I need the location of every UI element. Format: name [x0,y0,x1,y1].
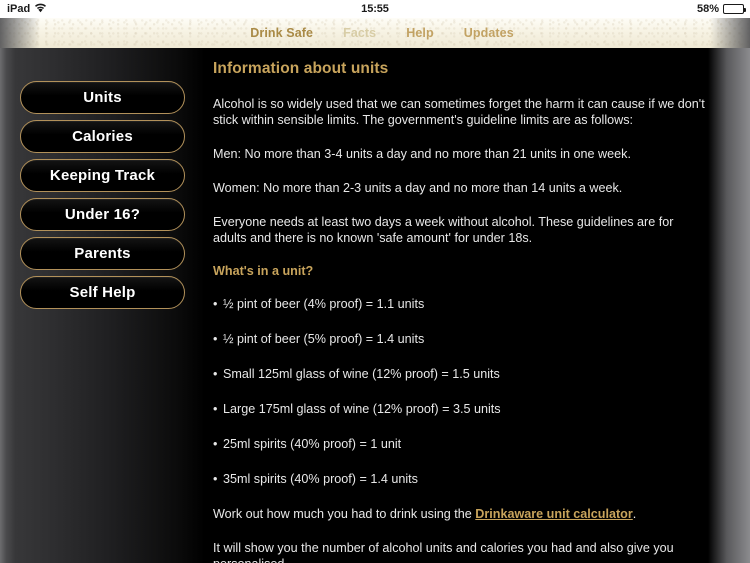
sidebar-item-parents[interactable]: Parents [20,237,185,270]
sidebar-item-units[interactable]: Units [20,81,185,114]
page-body: Units Calories Keeping Track Under 16? P… [0,48,750,563]
nav-links: Drink Safe Facts Help Updates [0,18,750,48]
unit-list: ½ pint of beer (4% proof) = 1.1 units ½ … [213,296,715,487]
sidebar-item-label: Units [83,89,122,106]
calculator-text-suffix: . [632,507,637,521]
sidebar-item-label: Self Help [69,284,136,301]
battery-icon [723,4,746,14]
battery-percent-label: 58% [696,3,719,15]
paragraph-women: Women: No more than 2-3 units a day and … [213,181,623,195]
nav-item-updates[interactable]: Updates [464,26,514,40]
list-item: Large 175ml glass of wine (12% proof) = … [213,401,715,417]
list-item: ½ pint of beer (5% proof) = 1.4 units [213,331,715,347]
sidebar-item-keeping-track[interactable]: Keeping Track [20,159,185,192]
sidebar-item-label: Parents [74,245,131,262]
page-title: Information about units [213,60,389,77]
paragraph-intro: Alcohol is so widely used that we can so… [213,97,705,127]
list-item: 25ml spirits (40% proof) = 1 unit [213,436,715,452]
list-item: Small 125ml glass of wine (12% proof) = … [213,366,715,382]
paragraph-final: It will show you the number of alcohol u… [213,541,674,563]
paragraph-calculator: Work out how much you had to drink using… [213,506,705,522]
list-item: ½ pint of beer (4% proof) = 1.1 units [213,296,715,312]
sidebar-item-calories[interactable]: Calories [20,120,185,153]
main-content: Information about units Alcohol is so wi… [205,48,750,563]
list-item: 35ml spirits (40% proof) = 1.4 units [213,471,715,487]
nav-item-help[interactable]: Help [406,26,434,40]
nav-bar: Drink Safe Facts Help Updates [0,18,750,48]
status-bar-right: 58% [696,3,746,15]
sidebar-item-self-help[interactable]: Self Help [20,276,185,309]
section-subheading: What's in a unit? [213,264,314,278]
drinkaware-calculator-link[interactable]: Drinkaware unit calculator [475,507,632,521]
nav-item-facts[interactable]: Facts [343,26,376,40]
paragraph-everyone: Everyone needs at least two days a week … [213,215,674,245]
sidebar-item-label: Calories [72,128,133,145]
sidebar-nav: Units Calories Keeping Track Under 16? P… [0,48,205,563]
sidebar-item-label: Keeping Track [49,167,156,184]
app-root: iPad 15:55 58% Drink Safe Facts Help Upd… [0,0,750,563]
status-bar: iPad 15:55 58% [0,0,750,18]
calculator-text-prefix: Work out how much you had to drink using… [213,507,476,521]
status-bar-clock: 15:55 [361,3,389,15]
sidebar-item-label: Under 16? [64,206,141,223]
nav-item-drink-safe[interactable]: Drink Safe [250,26,313,40]
paragraph-men: Men: No more than 3-4 units a day and no… [213,147,631,161]
sidebar-item-under-16[interactable]: Under 16? [20,198,185,231]
